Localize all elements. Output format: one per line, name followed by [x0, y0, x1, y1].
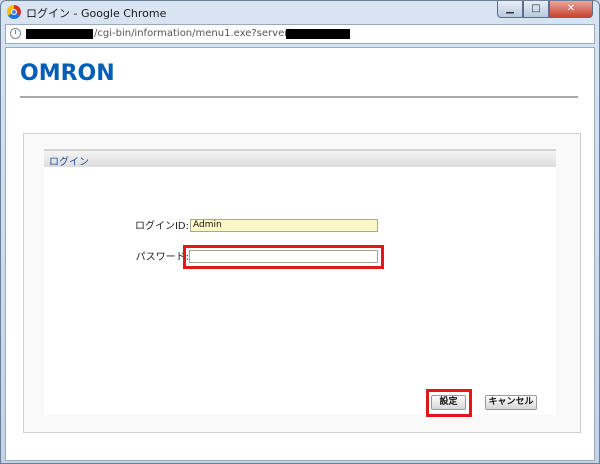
minimize-button[interactable]: ▁ — [497, 1, 523, 18]
password-label: パスワード: — [135, 252, 189, 263]
submit-button[interactable]: 設定 — [431, 395, 466, 410]
login-id-input[interactable]: Admin — [190, 219, 378, 232]
page-viewport: OMRON ログイン ログインID: Admin パスワード: 設定 キャンセル — [5, 47, 595, 461]
login-id-label: ログインID: — [134, 221, 189, 232]
redacted-server-ip — [286, 29, 350, 39]
url-text[interactable]: /cgi-bin/information/menu1.exe?serverip= — [94, 28, 306, 39]
page-info-icon[interactable] — [10, 28, 21, 39]
cancel-button[interactable]: キャンセル — [485, 395, 537, 410]
maximize-button[interactable]: □ — [523, 1, 549, 18]
omron-logo: OMRON — [20, 61, 115, 86]
window-title: ログイン - Google Chrome — [26, 7, 167, 20]
address-bar[interactable]: /cgi-bin/information/menu1.exe?serverip= — [5, 24, 595, 44]
window-controls: ▁ □ ✕ — [497, 1, 593, 19]
browser-window: ログイン - Google Chrome ▁ □ ✕ /cgi-bin/info… — [0, 0, 600, 464]
header-divider — [20, 96, 578, 98]
title-bar: ログイン - Google Chrome ▁ □ ✕ — [1, 1, 599, 23]
redacted-host — [26, 29, 93, 39]
login-container: ログイン ログインID: Admin パスワード: 設定 キャンセル — [23, 133, 581, 433]
panel-header: ログイン — [44, 149, 556, 168]
close-button[interactable]: ✕ — [549, 1, 593, 18]
login-panel: ログイン ログインID: Admin パスワード: 設定 キャンセル — [44, 149, 556, 417]
chrome-icon — [7, 5, 21, 19]
password-input[interactable] — [189, 250, 378, 263]
panel-title: ログイン — [49, 157, 89, 168]
